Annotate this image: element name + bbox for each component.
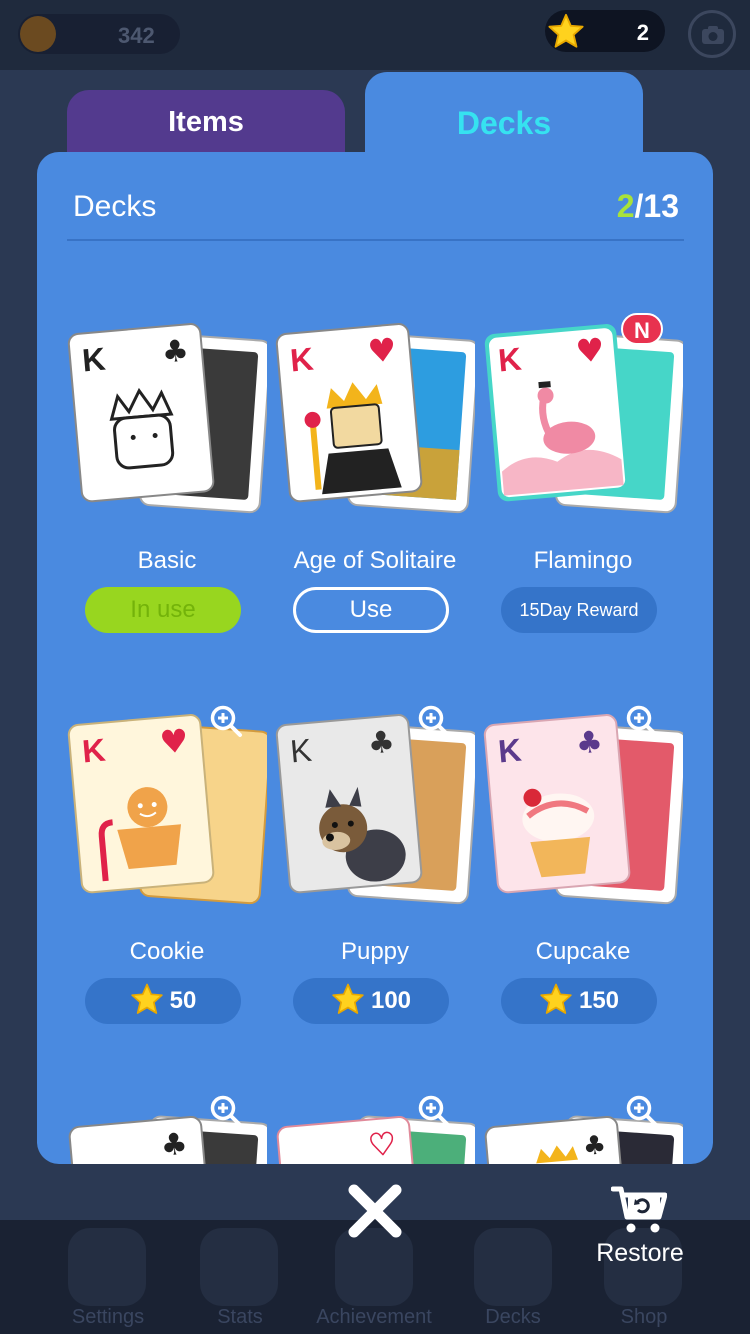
use-button[interactable]: Use: [293, 587, 449, 633]
zoom-in-icon[interactable]: [417, 704, 451, 738]
deck-name-puppy: Puppy: [340, 938, 410, 965]
star-icon: [332, 983, 364, 1014]
svg-text:♣: ♣: [160, 333, 190, 370]
deck-card-partial[interactable]: ♣: [483, 1095, 688, 1164]
price-cookie: 50: [169, 987, 197, 1014]
svg-text:K: K: [81, 732, 107, 770]
close-icon[interactable]: [344, 1180, 406, 1242]
svg-text:♣: ♣: [366, 724, 396, 761]
price-puppy: 100: [370, 987, 412, 1014]
nav-decks-icon: [474, 1228, 552, 1306]
nav-label-shop: Shop: [620, 1306, 668, 1328]
reward-button[interactable]: 15Day Reward: [501, 587, 657, 633]
in-use-button[interactable]: In use: [85, 587, 241, 633]
deck-name-age-of-solitaire: Age of Solitaire: [293, 547, 457, 574]
nav-label-achievement: Achievement: [316, 1306, 432, 1328]
deck-art-puppy: K ♣: [275, 708, 480, 918]
zoom-in-icon[interactable]: [209, 704, 243, 738]
zoom-in-icon[interactable]: [209, 1094, 243, 1128]
svg-text:♥: ♥: [367, 1126, 397, 1163]
nav-settings-icon: [68, 1228, 146, 1306]
svg-text:K: K: [497, 341, 523, 379]
tab-decks-label: Decks: [456, 105, 552, 141]
star-icon: [540, 983, 572, 1014]
deck-count: 2/13: [617, 188, 679, 225]
svg-text:K: K: [289, 341, 315, 379]
tab-items-label: Items: [168, 106, 244, 138]
restore-label: Restore: [596, 1239, 684, 1267]
nav-label-stats: Stats: [217, 1306, 263, 1328]
svg-text:♣: ♣: [574, 724, 604, 761]
panel-title: Decks: [73, 190, 157, 223]
star-counter: 2: [545, 10, 665, 52]
buy-button-puppy[interactable]: 100: [293, 978, 449, 1024]
nav-label-settings: Settings: [71, 1306, 145, 1328]
decks-panel: Decks 2/13 K ♣ Basic In use K ♥ Age of S…: [37, 152, 713, 1164]
buy-button-cupcake[interactable]: 150: [501, 978, 657, 1024]
deck-art-basic: K ♣: [67, 317, 272, 527]
zoom-in-icon[interactable]: [417, 1094, 451, 1128]
deck-name-basic: Basic: [137, 547, 197, 574]
nav-stats-icon: [200, 1228, 278, 1306]
new-badge: N: [621, 313, 663, 345]
restore-button[interactable]: Restore: [585, 1185, 695, 1275]
star-count: 2: [636, 20, 649, 45]
coin-counter: 342: [18, 14, 180, 54]
deck-count-total: /13: [634, 188, 679, 224]
top-bar: 342 2: [0, 0, 750, 70]
star-icon: [130, 983, 163, 1014]
deck-card-partial[interactable]: ♥: [275, 1095, 480, 1164]
deck-card-partial[interactable]: ♣: [67, 1095, 272, 1164]
star-icon: [548, 13, 584, 48]
buy-button-cookie[interactable]: 50: [85, 978, 241, 1024]
coin-icon: [20, 16, 56, 52]
deck-name-flamingo: Flamingo: [533, 547, 633, 574]
deck-art-cupcake: K ♣: [483, 708, 688, 918]
svg-text:♥: ♥: [366, 330, 398, 370]
deck-art-age-of-solitaire: K ♥: [275, 317, 480, 527]
nav-label-decks: Decks: [485, 1306, 541, 1328]
zoom-in-icon[interactable]: [625, 704, 659, 738]
deck-count-owned: 2: [616, 188, 635, 224]
svg-text:♥: ♥: [158, 721, 190, 761]
camera-icon: [688, 10, 736, 58]
svg-text:♣: ♣: [582, 1130, 608, 1162]
deck-name-cupcake: Cupcake: [535, 938, 631, 965]
coin-value: 342: [118, 23, 155, 48]
price-cupcake: 150: [578, 987, 620, 1014]
svg-text:K: K: [289, 732, 313, 770]
deck-art-cookie: K ♥: [67, 708, 272, 918]
zoom-in-icon[interactable]: [625, 1094, 659, 1128]
svg-text:K: K: [497, 732, 523, 770]
cart-restore-icon: [611, 1186, 667, 1233]
svg-text:♥: ♥: [574, 330, 606, 370]
deck-art-flamingo: K ♥: [483, 317, 688, 527]
svg-text:K: K: [81, 341, 107, 379]
divider: [67, 239, 684, 241]
svg-text:♣: ♣: [159, 1126, 189, 1163]
deck-name-cookie: Cookie: [129, 938, 205, 965]
